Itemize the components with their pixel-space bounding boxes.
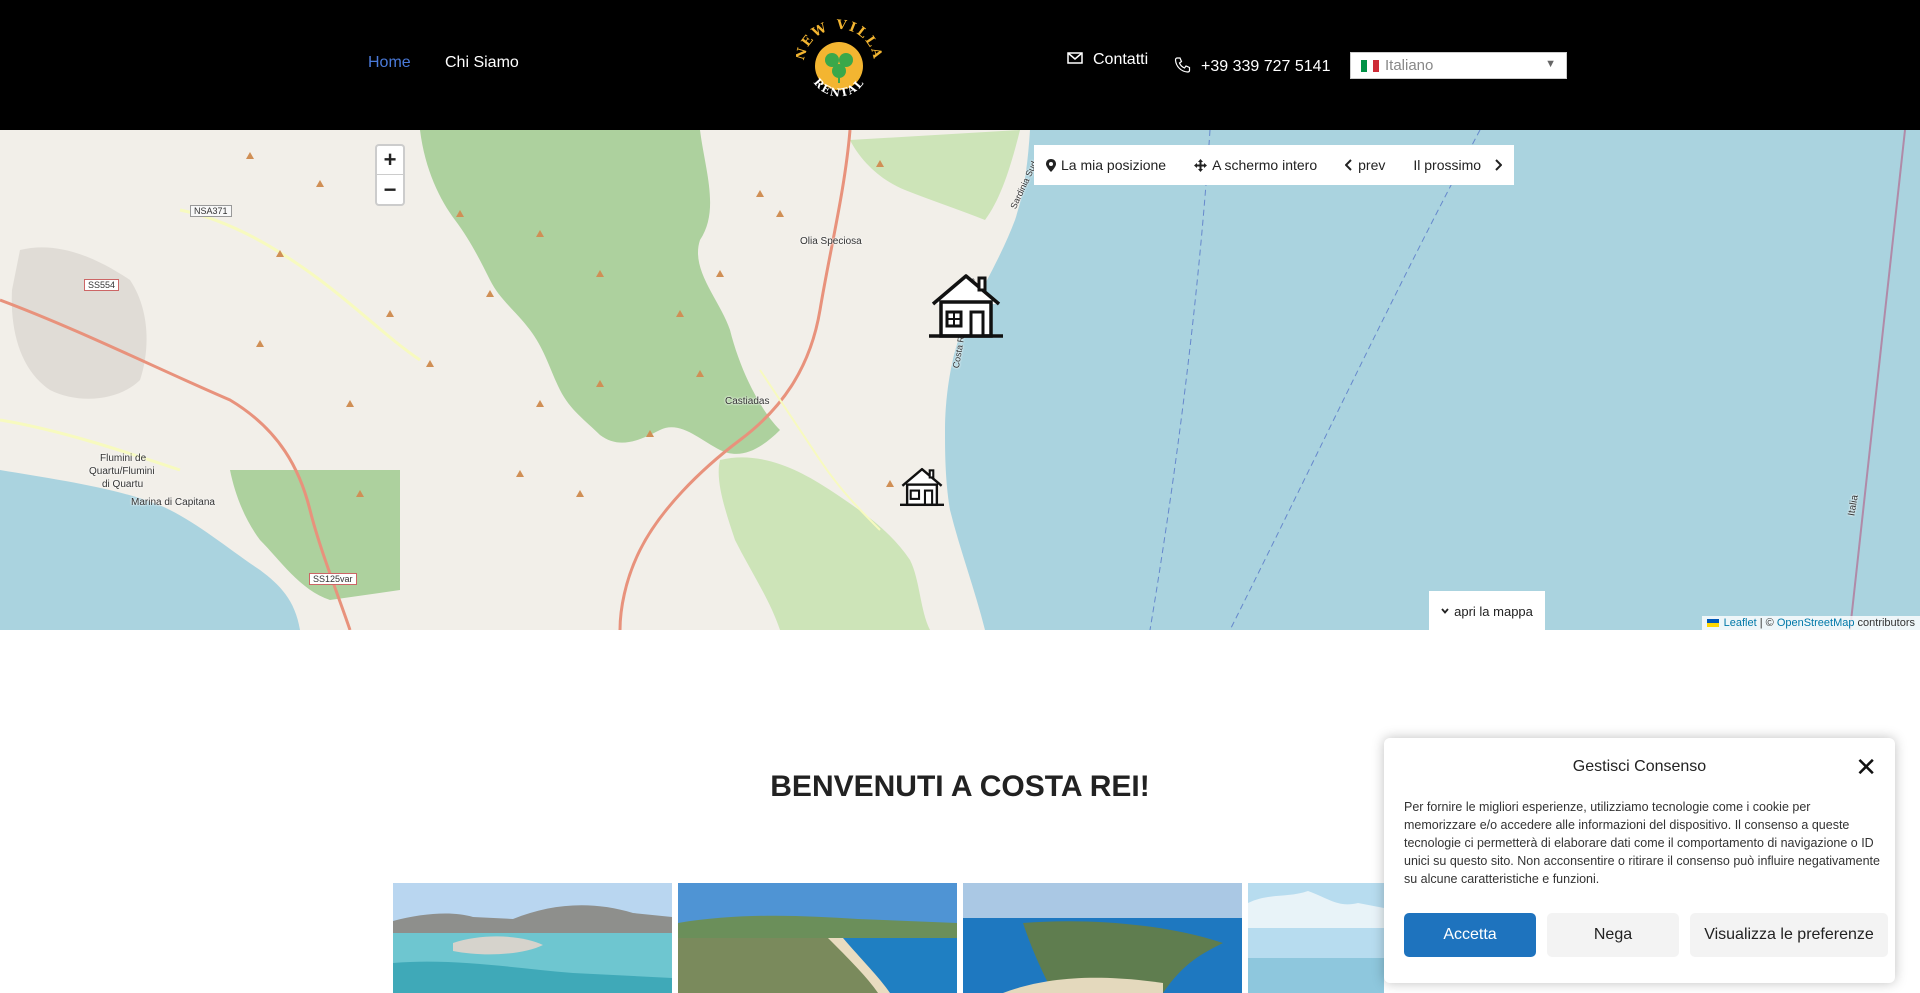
view-preferences-button[interactable]: Visualizza le preferenze [1690,913,1888,957]
move-arrows-icon [1194,158,1208,172]
bay-aerial-image [963,883,1242,993]
contact-link[interactable]: Contatti [1067,51,1148,69]
zoom-in-button[interactable]: + [377,146,403,175]
map-attribution: Leaflet | © OpenStreetMap contributors [1701,616,1920,630]
place-flumini-2: Quartu/Flumini [89,466,155,477]
cookie-consent-dialog: Gestisci Consenso ✕ Per fornire le migli… [1384,738,1895,983]
ukraine-flag-icon [1706,619,1719,628]
prev-label: prev [1358,157,1386,173]
site-logo[interactable]: NEW VILLA RENTAL [793,18,883,110]
map-container[interactable]: Olia Speciosa Castiadas Flumini de Quart… [0,130,1920,630]
place-castiadas: Castiadas [725,396,770,407]
osm-link[interactable]: OpenStreetMap [1777,617,1855,629]
deny-button[interactable]: Nega [1547,913,1679,957]
next-label: Il prossimo [1413,157,1482,173]
villa-marker-large[interactable] [929,272,1003,345]
close-icon[interactable]: ✕ [1855,752,1877,783]
leaflet-link[interactable]: Leaflet [1724,617,1757,629]
italian-flag-icon [1361,59,1379,72]
coast-aerial-image [678,883,957,993]
contact-label: Contatti [1093,51,1149,68]
road-label-ss554: SS554 [84,279,120,291]
villa-marker-small[interactable] [900,466,944,513]
fullscreen-label: A schermo intero [1212,157,1318,173]
place-marina: Marina di Capitana [131,497,215,508]
accept-button[interactable]: Accetta [1404,913,1536,957]
map-tiles [0,130,1920,630]
consent-title: Gestisci Consenso [1572,758,1707,775]
nav-home[interactable]: Home [368,54,411,72]
attribution-separator: | © [1756,617,1777,629]
phone-link[interactable]: +39 339 727 5141 [1174,56,1330,78]
chevron-right-icon [1495,159,1503,171]
house-icon [929,274,1003,338]
beach-rocks-image [393,883,672,993]
next-button[interactable]: Il prossimo [1413,157,1503,173]
nav-chi-siamo[interactable]: Chi Siamo [445,54,519,72]
prev-button[interactable]: prev [1345,157,1385,173]
my-position-button[interactable]: La mia posizione [1046,157,1166,173]
map-toolbar: La mia posizione A schermo intero prev I… [1034,145,1515,185]
road-label-nsa371: NSA371 [190,205,232,217]
zoom-control: + − [375,144,405,206]
place-flumini: Flumini de [100,453,147,464]
chevron-down-icon [1441,608,1449,614]
map-pin-icon [1046,158,1056,172]
zoom-out-button[interactable]: − [377,175,403,204]
site-header: Home Chi Siamo NEW VILLA RENTAL Contatti [0,0,1920,130]
consent-body: Per fornire le migliori esperienze, util… [1404,800,1880,886]
gallery-image[interactable] [393,883,672,993]
my-position-label: La mia posizione [1061,157,1167,173]
chevron-left-icon [1345,159,1352,171]
envelope-icon [1067,51,1083,69]
phone-number: +39 339 727 5141 [1201,58,1331,75]
gallery-image[interactable] [678,883,957,993]
gallery-image[interactable] [963,883,1242,993]
dropdown-arrow-icon: ▼ [1545,58,1556,70]
road-label-ss125var: SS125var [309,573,357,585]
fullscreen-button[interactable]: A schermo intero [1194,157,1317,173]
attribution-suffix: contributors [1854,617,1915,629]
open-map-label: apri la mappa [1454,603,1533,619]
house-icon [900,467,944,507]
gallery-image[interactable] [1248,883,1384,993]
language-select[interactable]: Italiano ▼ [1350,52,1567,79]
language-label: Italiano [1385,57,1434,74]
sky-sea-image [1248,883,1384,993]
place-olia: Olia Speciosa [800,236,862,247]
phone-icon [1174,56,1191,78]
open-map-button[interactable]: apri la mappa [1429,591,1545,630]
place-flumini-3: di Quartu [102,479,144,490]
